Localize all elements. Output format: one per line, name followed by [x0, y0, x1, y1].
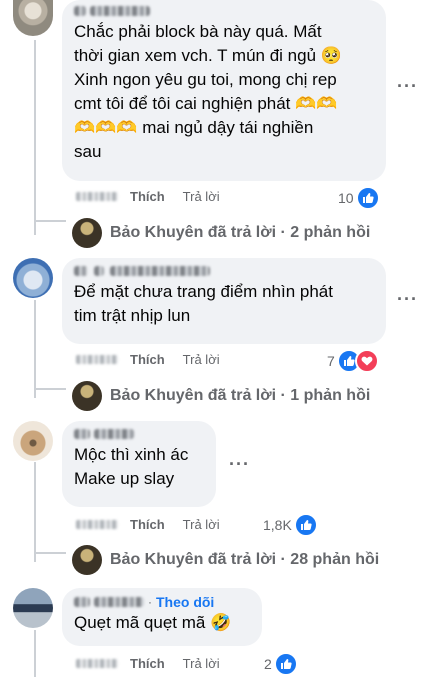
comment-bubble: Mộc thì xinh ác Make up slay: [62, 421, 216, 507]
reaction-count: 1,8K: [263, 517, 292, 533]
reaction-count: 10: [338, 190, 354, 206]
view-replies-link[interactable]: Bảo Khuyên đã trả lời · 2 phản hồi: [72, 218, 370, 248]
avatar: [72, 381, 102, 411]
thread-line: [34, 552, 66, 554]
like-button[interactable]: Thích: [130, 189, 165, 204]
timestamp[interactable]: [76, 192, 118, 201]
comment-actions: Thích Trả lời: [76, 517, 220, 532]
thread-line: [34, 40, 36, 235]
reaction-summary[interactable]: 1,8K: [263, 513, 318, 537]
thread-line: [34, 220, 66, 222]
like-button[interactable]: Thích: [130, 656, 165, 671]
avatar[interactable]: [13, 0, 53, 36]
like-icon: [355, 186, 380, 210]
comment-text: Quẹt mã quẹt mã 🤣: [74, 613, 232, 632]
timestamp[interactable]: [76, 355, 118, 364]
comment-bubble: · Theo dõi Quẹt mã quẹt mã 🤣: [62, 588, 262, 646]
comment-text: Chắc phải block bà này quá. Mất thời gia…: [74, 22, 342, 161]
reply-button[interactable]: Trả lời: [183, 189, 220, 204]
reaction-summary[interactable]: 10: [338, 186, 380, 210]
comment-text: Để mặt chưa trang điểm nhìn phát tim trậ…: [74, 282, 333, 325]
comment-bubble: Để mặt chưa trang điểm nhìn phát tim trậ…: [62, 258, 386, 344]
more-options-icon[interactable]: ···: [229, 454, 250, 475]
avatar[interactable]: [13, 588, 53, 628]
view-replies-link[interactable]: Bảo Khuyên đã trả lời · 1 phản hồi: [72, 381, 370, 411]
like-button[interactable]: Thích: [130, 517, 165, 532]
avatar[interactable]: [13, 258, 53, 298]
reply-button[interactable]: Trả lời: [183, 517, 220, 532]
reply-button[interactable]: Trả lời: [183, 656, 220, 671]
avatar[interactable]: [13, 421, 53, 461]
reaction-summary[interactable]: 7: [327, 349, 379, 373]
author-name[interactable]: [74, 597, 144, 607]
thread-line: [34, 388, 66, 390]
like-icon: [273, 652, 298, 676]
thread-line: [34, 300, 36, 398]
author-header: · Theo dõi: [74, 593, 250, 611]
comment-actions: Thích Trả lời: [76, 189, 220, 204]
reaction-summary[interactable]: 2: [264, 652, 298, 676]
thread-line: [34, 462, 36, 562]
comment-text: Mộc thì xinh ác Make up slay: [74, 445, 189, 488]
avatar: [72, 545, 102, 575]
thread-line: [34, 630, 36, 677]
comment-actions: Thích Trả lời: [76, 352, 220, 367]
author-name[interactable]: [74, 425, 204, 443]
more-options-icon[interactable]: ···: [397, 76, 418, 97]
author-name[interactable]: [74, 262, 374, 280]
more-options-icon[interactable]: ···: [397, 289, 418, 310]
author-name[interactable]: [74, 2, 374, 20]
reply-button[interactable]: Trả lời: [183, 352, 220, 367]
reaction-count: 7: [327, 353, 335, 369]
reaction-count: 2: [264, 656, 272, 672]
comment-actions: Thích Trả lời: [76, 656, 220, 671]
view-replies-link[interactable]: Bảo Khuyên đã trả lời · 28 phản hồi: [72, 545, 379, 575]
like-icon: [293, 513, 318, 537]
timestamp[interactable]: [76, 520, 118, 529]
avatar: [72, 218, 102, 248]
comment-bubble: Chắc phải block bà này quá. Mất thời gia…: [62, 0, 386, 181]
timestamp[interactable]: [76, 659, 118, 668]
heart-icon: [354, 349, 379, 373]
follow-button[interactable]: Theo dõi: [156, 594, 214, 610]
like-button[interactable]: Thích: [130, 352, 165, 367]
